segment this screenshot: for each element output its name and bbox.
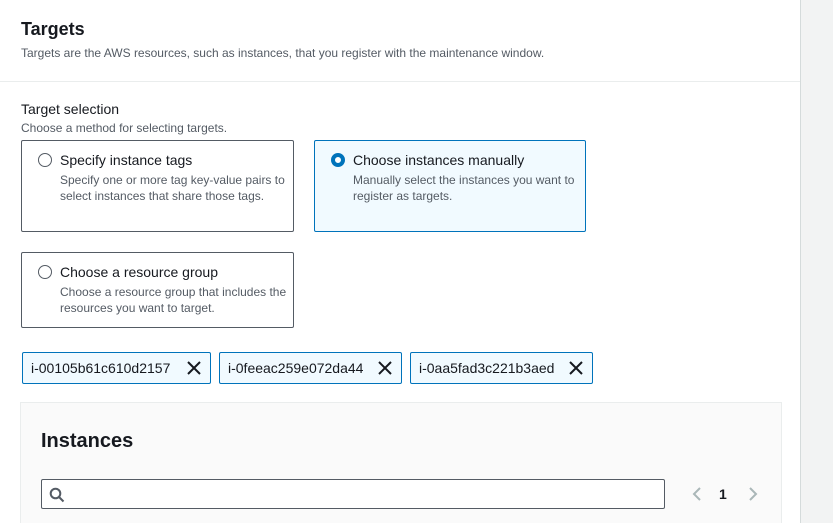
tile-description: Specify one or more tag key-value pairs … (60, 173, 285, 203)
target-selection-description: Choose a method for selecting targets. (21, 121, 228, 135)
instances-title: Instances (41, 430, 134, 452)
radio-choose-instances-manually[interactable] (331, 153, 345, 167)
instance-token: i-0feeac259e072da44 (219, 352, 402, 384)
tile-description: Choose a resource group that includes th… (60, 285, 287, 315)
tile-description: Manually select the instances you want t… (353, 173, 575, 203)
tile-choose-instances-manually[interactable]: Choose instances manually Manually selec… (314, 140, 586, 232)
section-header: Targets Targets are the AWS resources, s… (0, 0, 800, 82)
token-label: i-0feeac259e072da44 (228, 360, 364, 376)
target-selection-label: Target selection (21, 101, 120, 117)
tile-title: Choose a resource group (60, 264, 218, 280)
token-label: i-00105b61c610d2157 (31, 360, 171, 376)
page-number[interactable]: 1 (719, 486, 727, 502)
instances-search (41, 479, 665, 509)
instance-token: i-0aa5fad3c221b3aed (410, 352, 593, 384)
radio-specify-instance-tags[interactable] (38, 153, 52, 167)
radio-choose-resource-group[interactable] (38, 265, 52, 279)
close-icon[interactable] (568, 360, 584, 376)
chevron-left-icon[interactable] (689, 486, 705, 502)
instance-token: i-00105b61c610d2157 (22, 352, 211, 384)
tile-choose-resource-group[interactable]: Choose a resource group Choose a resourc… (21, 252, 294, 328)
tile-title: Choose instances manually (353, 152, 525, 168)
tile-title: Specify instance tags (60, 152, 193, 168)
token-label: i-0aa5fad3c221b3aed (419, 360, 555, 376)
close-icon[interactable] (377, 360, 393, 376)
section-description: Targets are the AWS resources, such as i… (21, 46, 545, 60)
chevron-right-icon[interactable] (745, 486, 761, 502)
search-icon (49, 487, 65, 503)
close-icon[interactable] (186, 360, 202, 376)
tile-specify-instance-tags[interactable]: Specify instance tags Specify one or mor… (21, 140, 294, 232)
pagination: 1 (689, 483, 761, 505)
instances-container: Instances 1 (20, 402, 782, 523)
targets-panel: Targets Targets are the AWS resources, s… (0, 0, 801, 523)
search-input[interactable] (72, 482, 661, 508)
section-title: Targets (21, 19, 85, 39)
